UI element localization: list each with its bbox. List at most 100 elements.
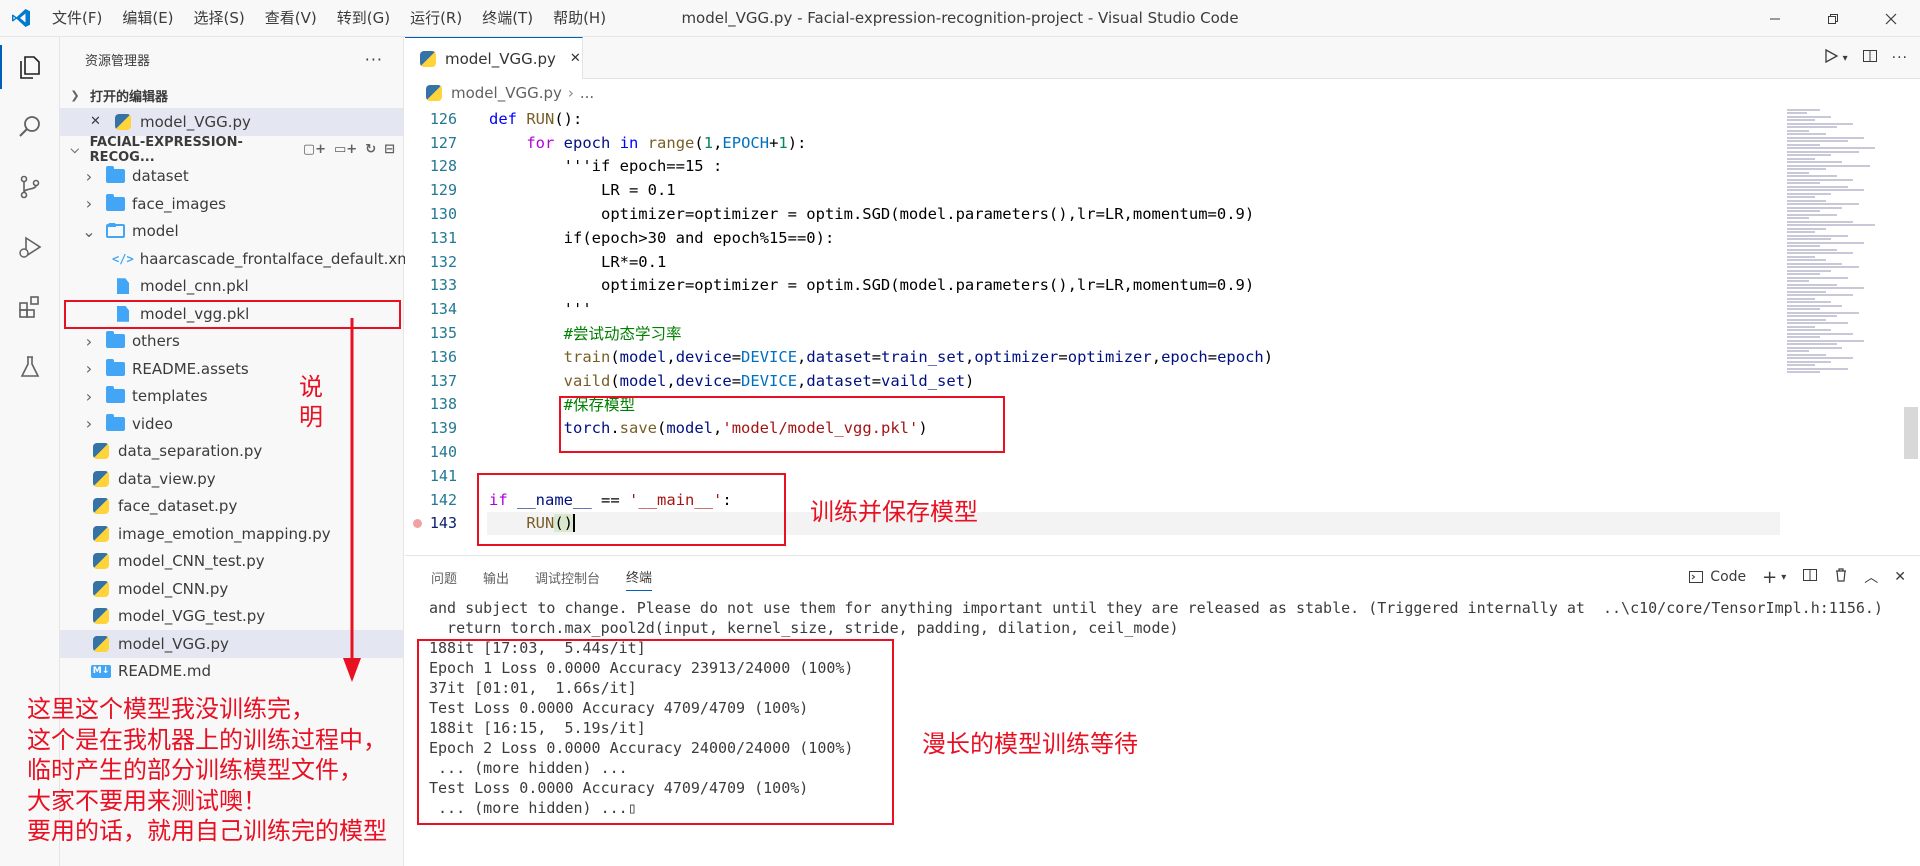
menu-selection[interactable]: 选择(S)	[184, 0, 255, 37]
minimap-line	[1787, 112, 1807, 114]
terminal-line: and subject to change. Please do not use…	[429, 599, 1883, 617]
chevron-down-icon[interactable]: ▾	[1843, 53, 1848, 64]
tab-model-vgg[interactable]: model_VGG.py ✕	[405, 37, 583, 79]
minimap-line	[1787, 217, 1809, 219]
minimap-line	[1787, 357, 1853, 359]
restore-button[interactable]	[1804, 0, 1862, 37]
chevron-right-icon: ›	[85, 331, 93, 351]
close-window-button[interactable]	[1862, 0, 1920, 37]
chevron-up-icon[interactable]: ︿	[1864, 567, 1878, 587]
line-number: 138	[429, 395, 457, 414]
minimap-line	[1787, 136, 1864, 139]
minimap-line	[1787, 325, 1815, 328]
terminal-selector[interactable]: Code	[1688, 569, 1746, 585]
annotation-note-line: 这里这个模型我没训练完，	[27, 695, 315, 723]
menu-edit[interactable]: 编辑(E)	[112, 0, 183, 37]
menu-view[interactable]: 查看(V)	[255, 0, 327, 37]
folder-icon	[104, 166, 126, 185]
breadcrumb: model_VGG.py › ...	[405, 79, 1920, 107]
menu-terminal[interactable]: 终端(T)	[472, 0, 543, 37]
new-terminal-icon[interactable]: +	[1762, 567, 1777, 588]
minimap-line	[1787, 318, 1826, 321]
minimap-line	[1787, 143, 1820, 146]
menu-bar: 文件(F) 编辑(E) 选择(S) 查看(V) 转到(G) 运行(R) 终端(T…	[42, 0, 616, 37]
file-tree-label: model_VGG.py	[118, 634, 229, 653]
file-tree-item[interactable]: › face_images	[60, 190, 403, 218]
file-tree-label: model_CNN.py	[118, 579, 229, 598]
close-tab-icon[interactable]: ✕	[570, 51, 581, 66]
line-number: 133	[429, 276, 457, 295]
breakpoint-icon[interactable]	[413, 518, 422, 528]
code-line: 135 #尝试动态学习率	[405, 321, 1780, 345]
minimap-line	[1787, 297, 1815, 300]
chevron-right-icon: ›	[85, 359, 93, 379]
more-actions-icon[interactable]: ···	[365, 50, 383, 69]
minimap-line	[1787, 269, 1831, 272]
file-tree-item[interactable]: model_cnn.pkl	[60, 273, 403, 301]
folder-icon	[104, 413, 126, 433]
collapse-all-icon[interactable]: ⊟	[384, 142, 395, 157]
minimap[interactable]	[1787, 107, 1897, 417]
tab-label: model_VGG.py	[445, 49, 556, 68]
chevron-right-icon: ›	[85, 166, 93, 186]
minimap-line	[1787, 287, 1864, 289]
close-panel-icon[interactable]: ✕	[1894, 569, 1906, 585]
new-folder-icon[interactable]: ▭+	[334, 142, 357, 157]
extensions-icon[interactable]	[0, 277, 60, 337]
menu-go[interactable]: 转到(G)	[327, 0, 400, 37]
more-actions-icon[interactable]: ···	[1892, 50, 1908, 66]
minimap-line	[1787, 129, 1809, 132]
menu-run[interactable]: 运行(R)	[400, 0, 472, 37]
annotation-box-save-code	[559, 396, 1005, 453]
split-editor-icon[interactable]	[1862, 48, 1878, 68]
file-tree-label: video	[132, 414, 173, 433]
open-editor-item[interactable]: ✕ model_VGG.py	[60, 108, 403, 136]
minimap-line	[1787, 140, 1848, 142]
minimap-line	[1787, 322, 1848, 324]
search-icon[interactable]	[0, 97, 60, 157]
python-file-icon	[90, 525, 112, 543]
file-tree-label: README.assets	[132, 359, 249, 378]
file-tree-item[interactable]: ⌄ model	[60, 218, 403, 246]
minimap-line	[1787, 196, 1815, 198]
python-file-icon	[90, 607, 112, 625]
file-tree-label: haarcascade_frontalface_default.xml	[139, 249, 417, 268]
menu-file[interactable]: 文件(F)	[42, 0, 112, 37]
minimap-line	[1787, 185, 1848, 188]
folder-icon	[104, 193, 126, 213]
line-number: 136	[429, 347, 457, 366]
project-section[interactable]: ⌵ FACIAL-EXPRESSION-RECOG... ▢+ ▭+ ↻ ⊟	[60, 135, 403, 165]
minimap-line	[1787, 150, 1859, 153]
tab-debug-console[interactable]: 调试控制台	[535, 564, 600, 591]
run-file-icon[interactable]	[1823, 48, 1839, 68]
minimap-line	[1787, 346, 1842, 349]
menu-help[interactable]: 帮助(H)	[543, 0, 616, 37]
explorer-icon[interactable]	[0, 37, 60, 97]
file-tree-item[interactable]: </> haarcascade_frontalface_default.xml	[60, 245, 416, 273]
editor-scrollbar[interactable]	[1904, 407, 1918, 459]
minimize-button[interactable]	[1746, 0, 1804, 37]
minimap-line	[1787, 119, 1815, 121]
testing-icon[interactable]	[0, 337, 60, 397]
chevron-down-icon[interactable]: ▾	[1781, 572, 1786, 583]
tab-terminal[interactable]: 终端	[626, 563, 653, 591]
trash-icon[interactable]	[1834, 567, 1848, 587]
file-tree-item[interactable]: › dataset	[60, 163, 403, 191]
minimap-line	[1787, 182, 1820, 184]
breadcrumb-more[interactable]: ...	[580, 84, 594, 102]
code-line: 133 optimizer=optimizer = optim.SGD(mode…	[405, 274, 1780, 298]
run-debug-icon[interactable]	[0, 217, 60, 277]
breadcrumb-file[interactable]: model_VGG.py	[451, 84, 562, 102]
close-icon[interactable]: ✕	[90, 114, 104, 129]
source-control-icon[interactable]	[0, 157, 60, 217]
refresh-icon[interactable]: ↻	[365, 142, 376, 157]
tab-output[interactable]: 输出	[483, 564, 509, 591]
open-editors-section[interactable]: ❯ 打开的编辑器	[60, 82, 403, 108]
tab-problems[interactable]: 问题	[431, 564, 457, 591]
minimap-line	[1787, 273, 1820, 275]
minimap-line	[1787, 206, 1842, 209]
new-file-icon[interactable]: ▢+	[303, 142, 326, 157]
folder-icon	[104, 358, 126, 378]
split-terminal-icon[interactable]	[1802, 567, 1818, 587]
minimap-line	[1787, 367, 1848, 370]
